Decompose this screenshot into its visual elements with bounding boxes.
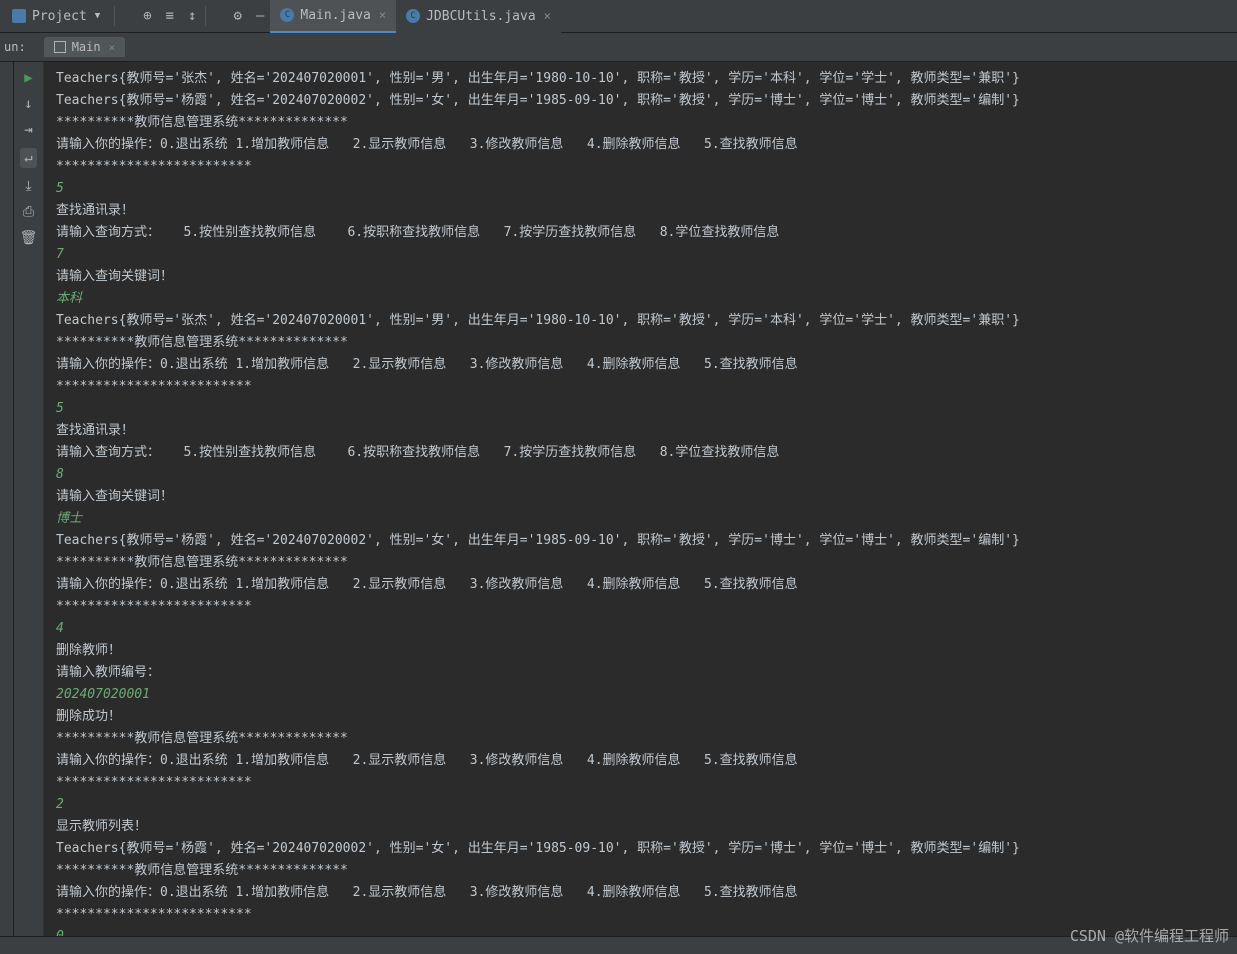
console-input-line: 本科 [56, 288, 1237, 310]
console-output-line: 请输入你的操作：0.退出系统 1.增加教师信息 2.显示教师信息 3.修改教师信… [56, 574, 1237, 596]
settings-tree-icon[interactable]: ↕ [188, 8, 196, 24]
console-output-line: 请输入你的操作：0.退出系统 1.增加教师信息 2.显示教师信息 3.修改教师信… [56, 882, 1237, 904]
console-output-line: **********教师信息管理系统************** [56, 332, 1237, 354]
watermark: CSDN @软件编程工程师 [1070, 925, 1229, 946]
run-tool-column: ▶ ↓ ⇥ ↵ ⤓ ⎙ 🗑 [14, 62, 44, 936]
console-output-line: 请输入查询关键词！ [56, 266, 1237, 288]
toolbar-icon-group: ⊕ ≡ ↕ [143, 8, 196, 24]
trash-icon[interactable]: 🗑 [20, 230, 38, 246]
tab-main-java[interactable]: C Main.java × [270, 0, 396, 33]
top-toolbar: Project ▼ ⊕ ≡ ↕ ⚙ — C Main.java × C JDBC… [0, 0, 1237, 33]
console-output-line: Teachers{教师号='张杰', 姓名='202407020001', 性别… [56, 68, 1237, 90]
console-output-line: 查找通讯录！ [56, 200, 1237, 222]
chevron-down-icon: ▼ [95, 11, 100, 21]
project-label: Project [32, 9, 87, 24]
rerun-icon[interactable]: ▶ [24, 70, 32, 86]
console-output-line: 删除教师！ [56, 640, 1237, 662]
close-icon[interactable]: × [109, 41, 116, 54]
console-output-line: ************************* [56, 596, 1237, 618]
toggle-soft-wrap-icon[interactable]: ↵ [20, 148, 36, 168]
console-output-line: 请输入查询方式： 5.按性别查找教师信息 6.按职称查找教师信息 7.按学历查找… [56, 442, 1237, 464]
console-input-line: 4 [56, 618, 1237, 640]
tab-jdbcutils-java[interactable]: C JDBCUtils.java × [396, 0, 561, 33]
left-edge-gutter [0, 62, 14, 936]
separator [205, 6, 206, 26]
console-input-line: 202407020001 [56, 684, 1237, 706]
console-output-line: 删除成功！ [56, 706, 1237, 728]
console-output-line: Teachers{教师号='杨霞', 姓名='202407020002', 性别… [56, 838, 1237, 860]
console-output[interactable]: Teachers{教师号='张杰', 姓名='202407020001', 性别… [44, 62, 1237, 936]
console-output-line: 查找通讯录！ [56, 420, 1237, 442]
project-icon [12, 9, 26, 23]
console-input-line: 5 [56, 178, 1237, 200]
console-output-line: Teachers{教师号='杨霞', 姓名='202407020002', 性别… [56, 530, 1237, 552]
java-class-icon: C [280, 8, 294, 22]
separator [114, 6, 115, 26]
console-output-line: **********教师信息管理系统************** [56, 552, 1237, 574]
console-output-line: ************************* [56, 904, 1237, 926]
main-area: ▶ ↓ ⇥ ↵ ⤓ ⎙ 🗑 Teachers{教师号='张杰', 姓名='202… [0, 62, 1237, 936]
target-icon[interactable]: ⊕ [143, 8, 151, 24]
console-output-line: 请输入查询关键词！ [56, 486, 1237, 508]
console-output-line: 请输入你的操作：0.退出系统 1.增加教师信息 2.显示教师信息 3.修改教师信… [56, 134, 1237, 156]
status-bar [0, 936, 1237, 954]
console-input-line: 8 [56, 464, 1237, 486]
console-output-line: **********教师信息管理系统************** [56, 728, 1237, 750]
tab-label: JDBCUtils.java [426, 9, 536, 24]
console-output-line: ************************* [56, 156, 1237, 178]
run-config-icon [54, 41, 66, 53]
run-label: un: [0, 40, 26, 54]
project-dropdown[interactable]: Project ▼ [6, 7, 106, 26]
java-class-icon: C [406, 9, 420, 23]
console-output-line: Teachers{教师号='杨霞', 姓名='202407020002', 性别… [56, 90, 1237, 112]
toolbar-icon-group-2: ⚙ — [234, 8, 265, 24]
console-output-line: 显示教师列表！ [56, 816, 1237, 838]
console-output-line: ************************* [56, 376, 1237, 398]
editor-tabs: C Main.java × C JDBCUtils.java × [270, 0, 561, 33]
close-icon[interactable]: × [544, 9, 551, 23]
run-toolbar: un: Main × [0, 33, 1237, 62]
console-output-line: 请输入你的操作：0.退出系统 1.增加教师信息 2.显示教师信息 3.修改教师信… [56, 354, 1237, 376]
close-icon[interactable]: × [379, 8, 386, 22]
collapse-icon[interactable]: ≡ [166, 8, 174, 24]
console-output-line: ************************* [56, 772, 1237, 794]
console-output-line: 请输入你的操作：0.退出系统 1.增加教师信息 2.显示教师信息 3.修改教师信… [56, 750, 1237, 772]
tab-label: Main.java [300, 8, 370, 23]
console-output-line: 请输入教师编号： [56, 662, 1237, 684]
console-input-line: 5 [56, 398, 1237, 420]
console-output-line: Teachers{教师号='张杰', 姓名='202407020001', 性别… [56, 310, 1237, 332]
print-icon[interactable]: ⎙ [23, 204, 34, 220]
console-output-line: **********教师信息管理系统************** [56, 112, 1237, 134]
console-output-line: **********教师信息管理系统************** [56, 860, 1237, 882]
gear-icon[interactable]: ⚙ [234, 8, 242, 24]
down-arrow-icon[interactable]: ↓ [24, 96, 32, 112]
console-input-line: 7 [56, 244, 1237, 266]
console-output-line: 请输入查询方式： 5.按性别查找教师信息 6.按职称查找教师信息 7.按学历查找… [56, 222, 1237, 244]
scroll-to-end-icon[interactable]: ⤓ [25, 178, 31, 194]
console-input-line: 0 [56, 926, 1237, 936]
console-input-line: 博士 [56, 508, 1237, 530]
console-input-line: 2 [56, 794, 1237, 816]
run-config-tab[interactable]: Main × [44, 37, 126, 57]
run-config-name: Main [72, 40, 101, 54]
minimize-icon[interactable]: — [256, 8, 264, 24]
step-icon[interactable]: ⇥ [24, 122, 32, 138]
